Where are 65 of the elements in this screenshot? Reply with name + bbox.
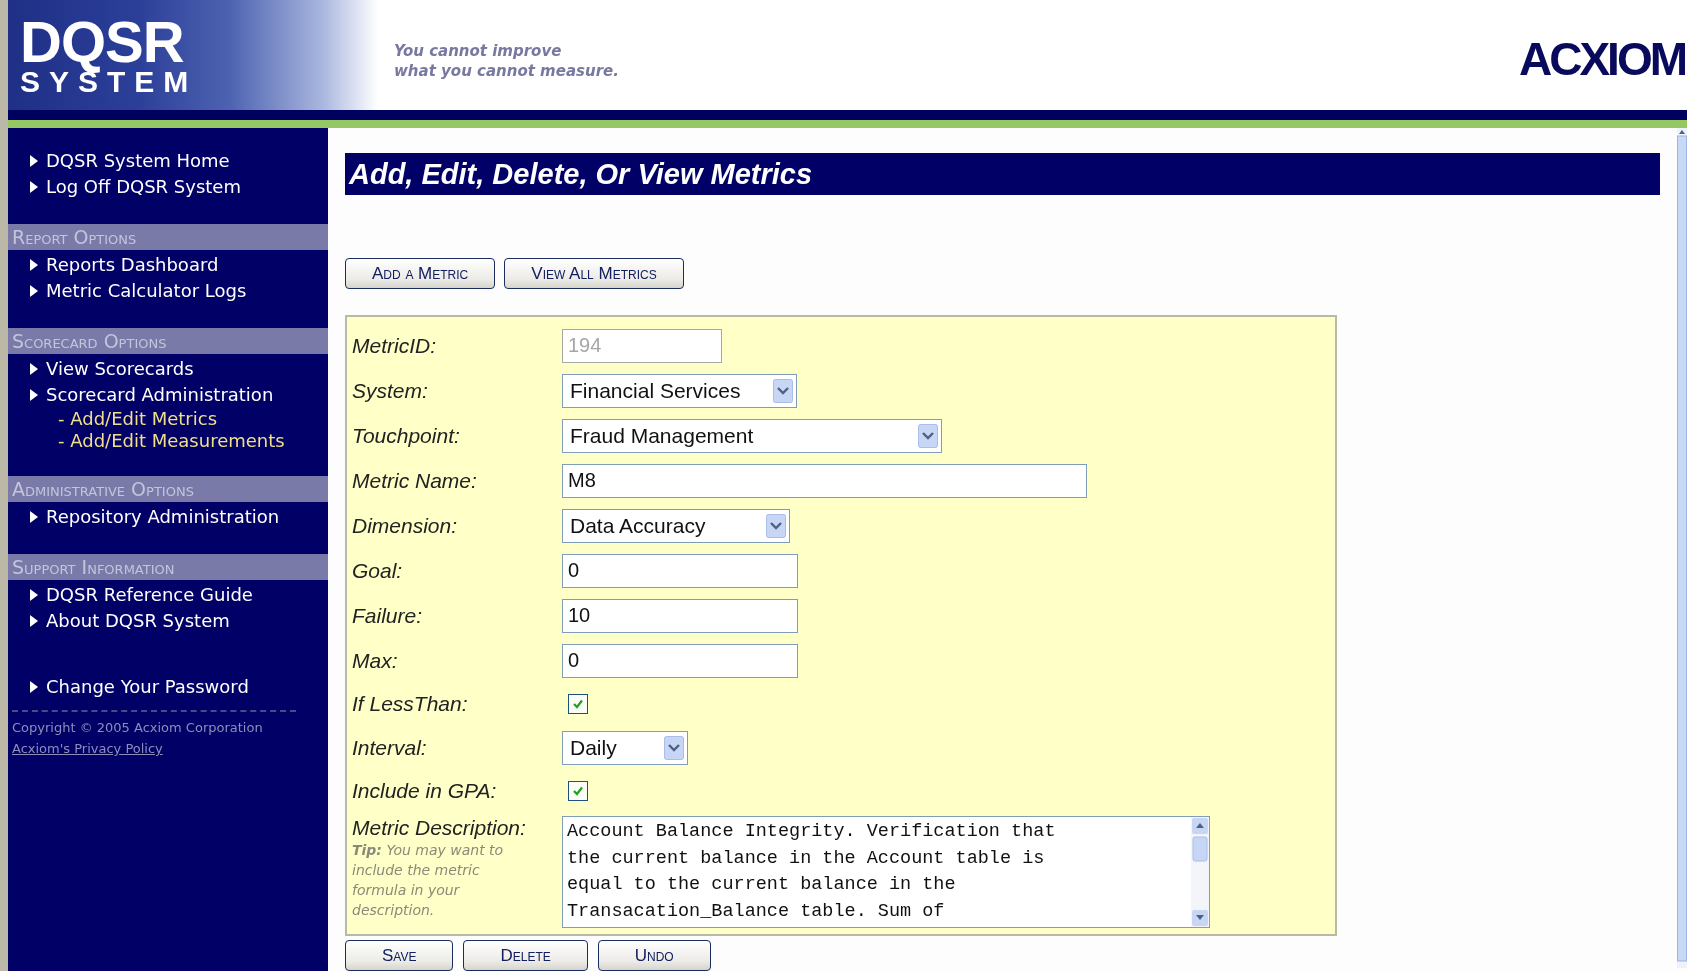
action-button[interactable]: Delete xyxy=(463,940,588,971)
field-label: Touchpoint: xyxy=(352,423,461,448)
field-label: If LessThan: xyxy=(352,692,469,716)
field-label: MetricID: xyxy=(352,333,437,358)
field-label: Goal: xyxy=(352,558,404,583)
dropdown[interactable]: Financial Services xyxy=(562,373,797,408)
section-heading: Scorecard Options xyxy=(8,328,328,354)
text-field[interactable]: 0 xyxy=(562,643,798,678)
tagline: You cannot improve xyxy=(394,41,563,61)
nav-link[interactable]: DQSR Reference Guide xyxy=(30,582,253,608)
triangle-icon xyxy=(30,155,38,167)
triangle-icon xyxy=(30,589,38,601)
field-label: Dimension: xyxy=(352,513,459,538)
triangle-icon xyxy=(30,259,38,271)
dropdown[interactable]: Daily xyxy=(562,730,688,765)
nav-link[interactable]: About DQSR System xyxy=(30,608,230,634)
field-label: Include in GPA: xyxy=(352,779,498,803)
triangle-icon xyxy=(30,511,38,523)
tagline: what you cannot measure. xyxy=(394,61,619,81)
nav-link[interactable]: Repository Administration xyxy=(30,504,280,530)
triangle-icon xyxy=(30,389,38,401)
nav-sublink[interactable]: - Add/Edit Metrics xyxy=(30,408,218,430)
nav-link[interactable]: Log Off DQSR System xyxy=(30,174,241,200)
nav-link[interactable]: Reports Dashboard xyxy=(30,252,219,278)
text-field[interactable]: 0 xyxy=(562,553,798,588)
brand-logo: ACXIOM xyxy=(1519,32,1685,86)
dropdown[interactable]: Fraud Management xyxy=(562,418,942,453)
check-icon xyxy=(571,697,585,711)
nav-link[interactable]: View Scorecards xyxy=(30,356,194,382)
privacy-link[interactable]: Acxiom's Privacy Policy xyxy=(8,740,163,758)
triangle-icon xyxy=(30,181,38,193)
action-button[interactable]: Undo xyxy=(597,940,711,971)
nav-link[interactable]: Scorecard Administration xyxy=(30,382,274,408)
triangle-icon xyxy=(30,681,38,693)
section-heading: Support Information xyxy=(8,554,328,580)
nav-link[interactable]: Metric Calculator Logs xyxy=(30,278,247,304)
text-field[interactable]: 10 xyxy=(562,598,798,633)
dropdown[interactable]: Data Accuracy xyxy=(562,508,790,543)
scrollbar[interactable] xyxy=(1191,817,1209,927)
copyright-text: Copyright © 2005 Acxiom Corporation xyxy=(11,719,264,737)
description-field[interactable]: Account Balance Integrity. Verification that the current balance in the Account table is equal to the current balance in the Transacation_Balance table. Sum of xyxy=(562,816,1210,928)
triangle-icon xyxy=(30,363,38,375)
field-label: Max: xyxy=(352,648,399,673)
nav-sublink[interactable]: - Add/Edit Measurements xyxy=(30,430,285,452)
action-button[interactable]: Save xyxy=(345,940,454,971)
section-heading: Report Options xyxy=(8,224,328,250)
check-icon xyxy=(571,784,585,798)
triangle-icon xyxy=(30,615,38,627)
field-label: Metric Name: xyxy=(352,468,478,493)
scrollbar[interactable] xyxy=(1677,128,1687,968)
checkbox[interactable] xyxy=(568,694,588,714)
field-label: Failure: xyxy=(352,603,424,628)
nav-link[interactable]: DQSR System Home xyxy=(30,148,230,174)
page-title: Add, Edit, Delete, Or View Metrics xyxy=(345,153,1660,195)
text-field[interactable]: M8 xyxy=(562,463,1087,498)
triangle-icon xyxy=(30,285,38,297)
checkbox[interactable] xyxy=(568,781,588,801)
section-heading: Administrative Options xyxy=(8,476,328,502)
action-button[interactable]: View All Metrics xyxy=(504,258,684,289)
action-button[interactable]: Add a Metric xyxy=(345,258,496,289)
tip-text: Tip: You may want to include the metric formula in your description. xyxy=(352,841,505,920)
nav-link[interactable]: Change Your Password xyxy=(30,674,249,700)
field-label: Metric Description: xyxy=(352,816,527,840)
field-label: Interval: xyxy=(352,735,428,760)
field-label: System: xyxy=(352,378,429,403)
